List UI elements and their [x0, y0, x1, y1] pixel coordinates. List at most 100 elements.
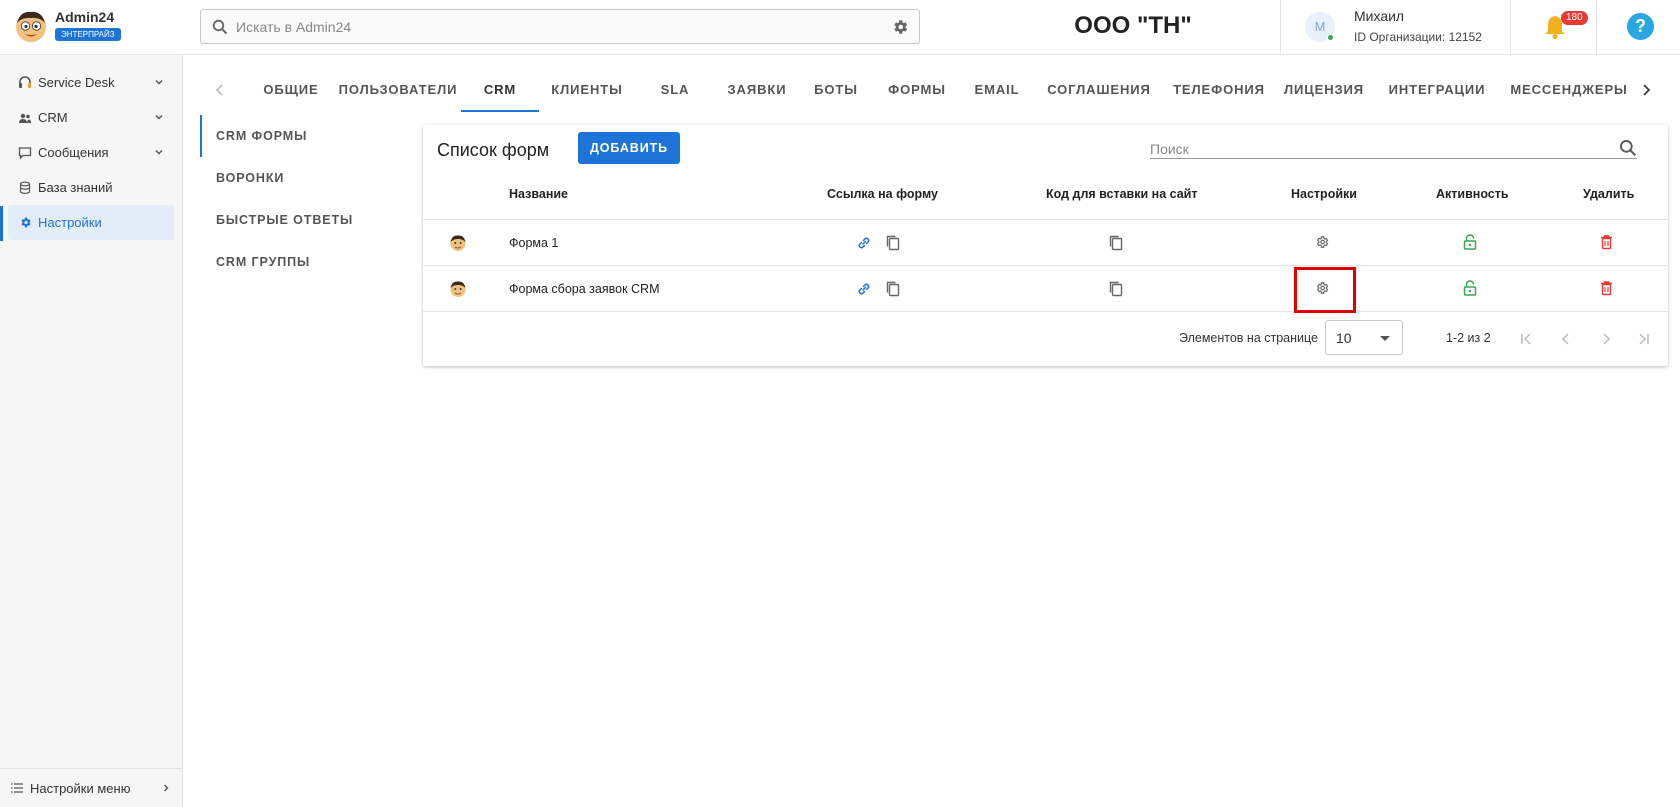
delete-icon[interactable] — [1600, 234, 1613, 250]
tab-license[interactable]: ЛИЦЕНЗИЯ — [1280, 70, 1368, 112]
tab-telephony[interactable]: ТЕЛЕФОНИЯ — [1166, 70, 1272, 112]
form-avatar-icon — [450, 281, 466, 297]
crm-settings-submenu: CRM ФОРМЫ ВОРОНКИ БЫСТРЫЕ ОТВЕТЫ CRM ГРУ… — [200, 115, 390, 283]
form-name[interactable]: Форма 1 — [509, 236, 558, 250]
brand[interactable]: Admin24 ЭНТЕРПРАЙЗ — [0, 0, 183, 55]
gear-icon — [18, 216, 32, 230]
rows-per-page-value: 10 — [1336, 330, 1352, 346]
notifications-button[interactable]: 180 — [1510, 0, 1596, 55]
user-profile[interactable]: М Михаил ID Организации: 12152 — [1280, 0, 1510, 55]
sidebar-item-label: Сообщения — [38, 145, 109, 160]
global-search-placeholder: Искать в Admin24 — [236, 19, 352, 35]
forms-search-input[interactable]: Поиск — [1150, 139, 1637, 159]
brand-avatar-icon — [16, 11, 46, 42]
search-icon — [212, 19, 228, 35]
next-page-icon[interactable] — [1598, 331, 1614, 347]
table-row: Форма сбора заявок CRM — [423, 265, 1668, 311]
rows-per-page-label: Элементов на странице — [1179, 331, 1318, 345]
first-page-icon[interactable] — [1518, 331, 1534, 347]
tab-email[interactable]: EMAIL — [960, 70, 1034, 112]
page-range: 1-2 из 2 — [1446, 331, 1491, 345]
chevron-down-icon — [155, 150, 163, 155]
settings-tabs: ОБЩИЕ ПОЛЬЗОВАТЕЛИ CRM КЛИЕНТЫ SLA ЗАЯВК… — [200, 70, 1670, 112]
sidebar-nav: Service Desk CRM Сообщения База знаний Н… — [8, 65, 174, 240]
brand-plan-badge: ЭНТЕРПРАЙЗ — [55, 28, 121, 41]
sidebar-item-crm[interactable]: CRM — [8, 100, 174, 135]
sidebar-item-label: CRM — [38, 110, 68, 125]
tab-bots[interactable]: БОТЫ — [801, 70, 871, 112]
brand-name: Admin24 — [55, 9, 115, 25]
copy-embed-code-icon[interactable] — [1108, 280, 1124, 298]
submenu-crm-groups[interactable]: CRM ГРУППЫ — [200, 241, 390, 283]
chevron-down-icon — [155, 80, 163, 85]
search-settings-gear-icon[interactable] — [891, 18, 909, 36]
chevron-right-icon — [164, 784, 169, 792]
organization-name: ООО "ТН" — [1074, 12, 1192, 39]
unlock-icon[interactable] — [1463, 234, 1477, 250]
form-avatar-icon — [450, 235, 466, 251]
submenu-active-indicator — [200, 115, 202, 157]
tab-forms[interactable]: ФОРМЫ — [878, 70, 956, 112]
column-header-name[interactable]: Название — [509, 187, 568, 201]
menu-settings-button[interactable]: Настройки меню — [0, 768, 183, 807]
chat-icon — [18, 146, 32, 160]
tabs-scroll-right-icon[interactable] — [1638, 82, 1654, 98]
forms-list-card: Список форм ДОБАВИТЬ Поиск Название Ссыл… — [423, 125, 1668, 366]
tab-requests[interactable]: ЗАЯВКИ — [722, 70, 792, 112]
column-header-delete: Удалить — [1583, 187, 1635, 201]
help-area: ? — [1596, 0, 1680, 55]
tab-crm[interactable]: CRM — [461, 70, 539, 112]
dropdown-arrow-icon — [1380, 336, 1390, 341]
tab-general[interactable]: ОБЩИЕ — [250, 70, 332, 112]
help-icon[interactable]: ? — [1627, 13, 1654, 40]
copy-link-icon[interactable] — [885, 280, 901, 298]
sidebar-active-indicator — [0, 206, 3, 241]
user-name: Михаил — [1354, 8, 1405, 24]
rows-per-page-select[interactable]: 10 — [1325, 320, 1403, 355]
list-icon — [10, 781, 24, 795]
tab-messengers[interactable]: МЕССЕНДЖЕРЫ — [1504, 70, 1634, 112]
tab-sla[interactable]: SLA — [640, 70, 710, 112]
form-settings-gear-icon[interactable] — [1315, 235, 1329, 249]
forms-search-placeholder: Поиск — [1150, 141, 1189, 157]
delete-icon[interactable] — [1600, 280, 1613, 296]
people-icon — [18, 111, 32, 125]
column-header-link: Ссылка на форму — [827, 187, 938, 201]
highlight-box — [1294, 267, 1356, 313]
tab-users[interactable]: ПОЛЬЗОВАТЕЛИ — [332, 70, 464, 112]
sidebar-item-messages[interactable]: Сообщения — [8, 135, 174, 170]
database-icon — [18, 181, 32, 195]
link-icon[interactable] — [856, 235, 872, 251]
sidebar-item-label: База знаний — [38, 180, 113, 195]
tab-integrations[interactable]: ИНТЕГРАЦИИ — [1384, 70, 1490, 112]
submenu-crm-forms[interactable]: CRM ФОРМЫ — [200, 115, 390, 157]
submenu-quick-replies[interactable]: БЫСТРЫЕ ОТВЕТЫ — [200, 199, 390, 241]
previous-page-icon[interactable] — [1558, 331, 1574, 347]
chevron-down-icon — [155, 115, 163, 120]
column-header-code: Код для вставки на сайт — [1046, 187, 1198, 201]
sidebar-item-label: Настройки — [38, 215, 102, 230]
copy-embed-code-icon[interactable] — [1108, 234, 1124, 252]
submenu-funnels[interactable]: ВОРОНКИ — [200, 157, 390, 199]
link-icon[interactable] — [856, 281, 872, 297]
unlock-icon[interactable] — [1463, 280, 1477, 296]
tab-clients[interactable]: КЛИЕНТЫ — [544, 70, 630, 112]
tab-agreements[interactable]: СОГЛАШЕНИЯ — [1040, 70, 1158, 112]
add-form-button[interactable]: ДОБАВИТЬ — [578, 132, 680, 164]
last-page-icon[interactable] — [1636, 331, 1652, 347]
copy-link-icon[interactable] — [885, 234, 901, 252]
search-icon[interactable] — [1619, 139, 1637, 157]
sidebar-item-label: Service Desk — [38, 75, 115, 90]
app-root: Admin24 ЭНТЕРПРАЙЗ Service Desk CRM Сооб… — [0, 0, 1680, 807]
column-header-settings: Настройки — [1291, 187, 1357, 201]
page-title: Список форм — [437, 140, 550, 160]
sidebar-item-knowledge-base[interactable]: База знаний — [8, 170, 174, 205]
sidebar: Admin24 ЭНТЕРПРАЙЗ Service Desk CRM Сооб… — [0, 0, 183, 807]
form-name[interactable]: Форма сбора заявок CRM — [509, 282, 659, 296]
organization-id: ID Организации: 12152 — [1354, 30, 1482, 44]
table-row: Форма 1 — [423, 219, 1668, 265]
sidebar-item-settings[interactable]: Настройки — [8, 205, 174, 240]
sidebar-item-service-desk[interactable]: Service Desk — [8, 65, 174, 100]
global-search-input[interactable]: Искать в Admin24 — [200, 9, 920, 44]
tabs-scroll-left-icon[interactable] — [212, 82, 228, 98]
